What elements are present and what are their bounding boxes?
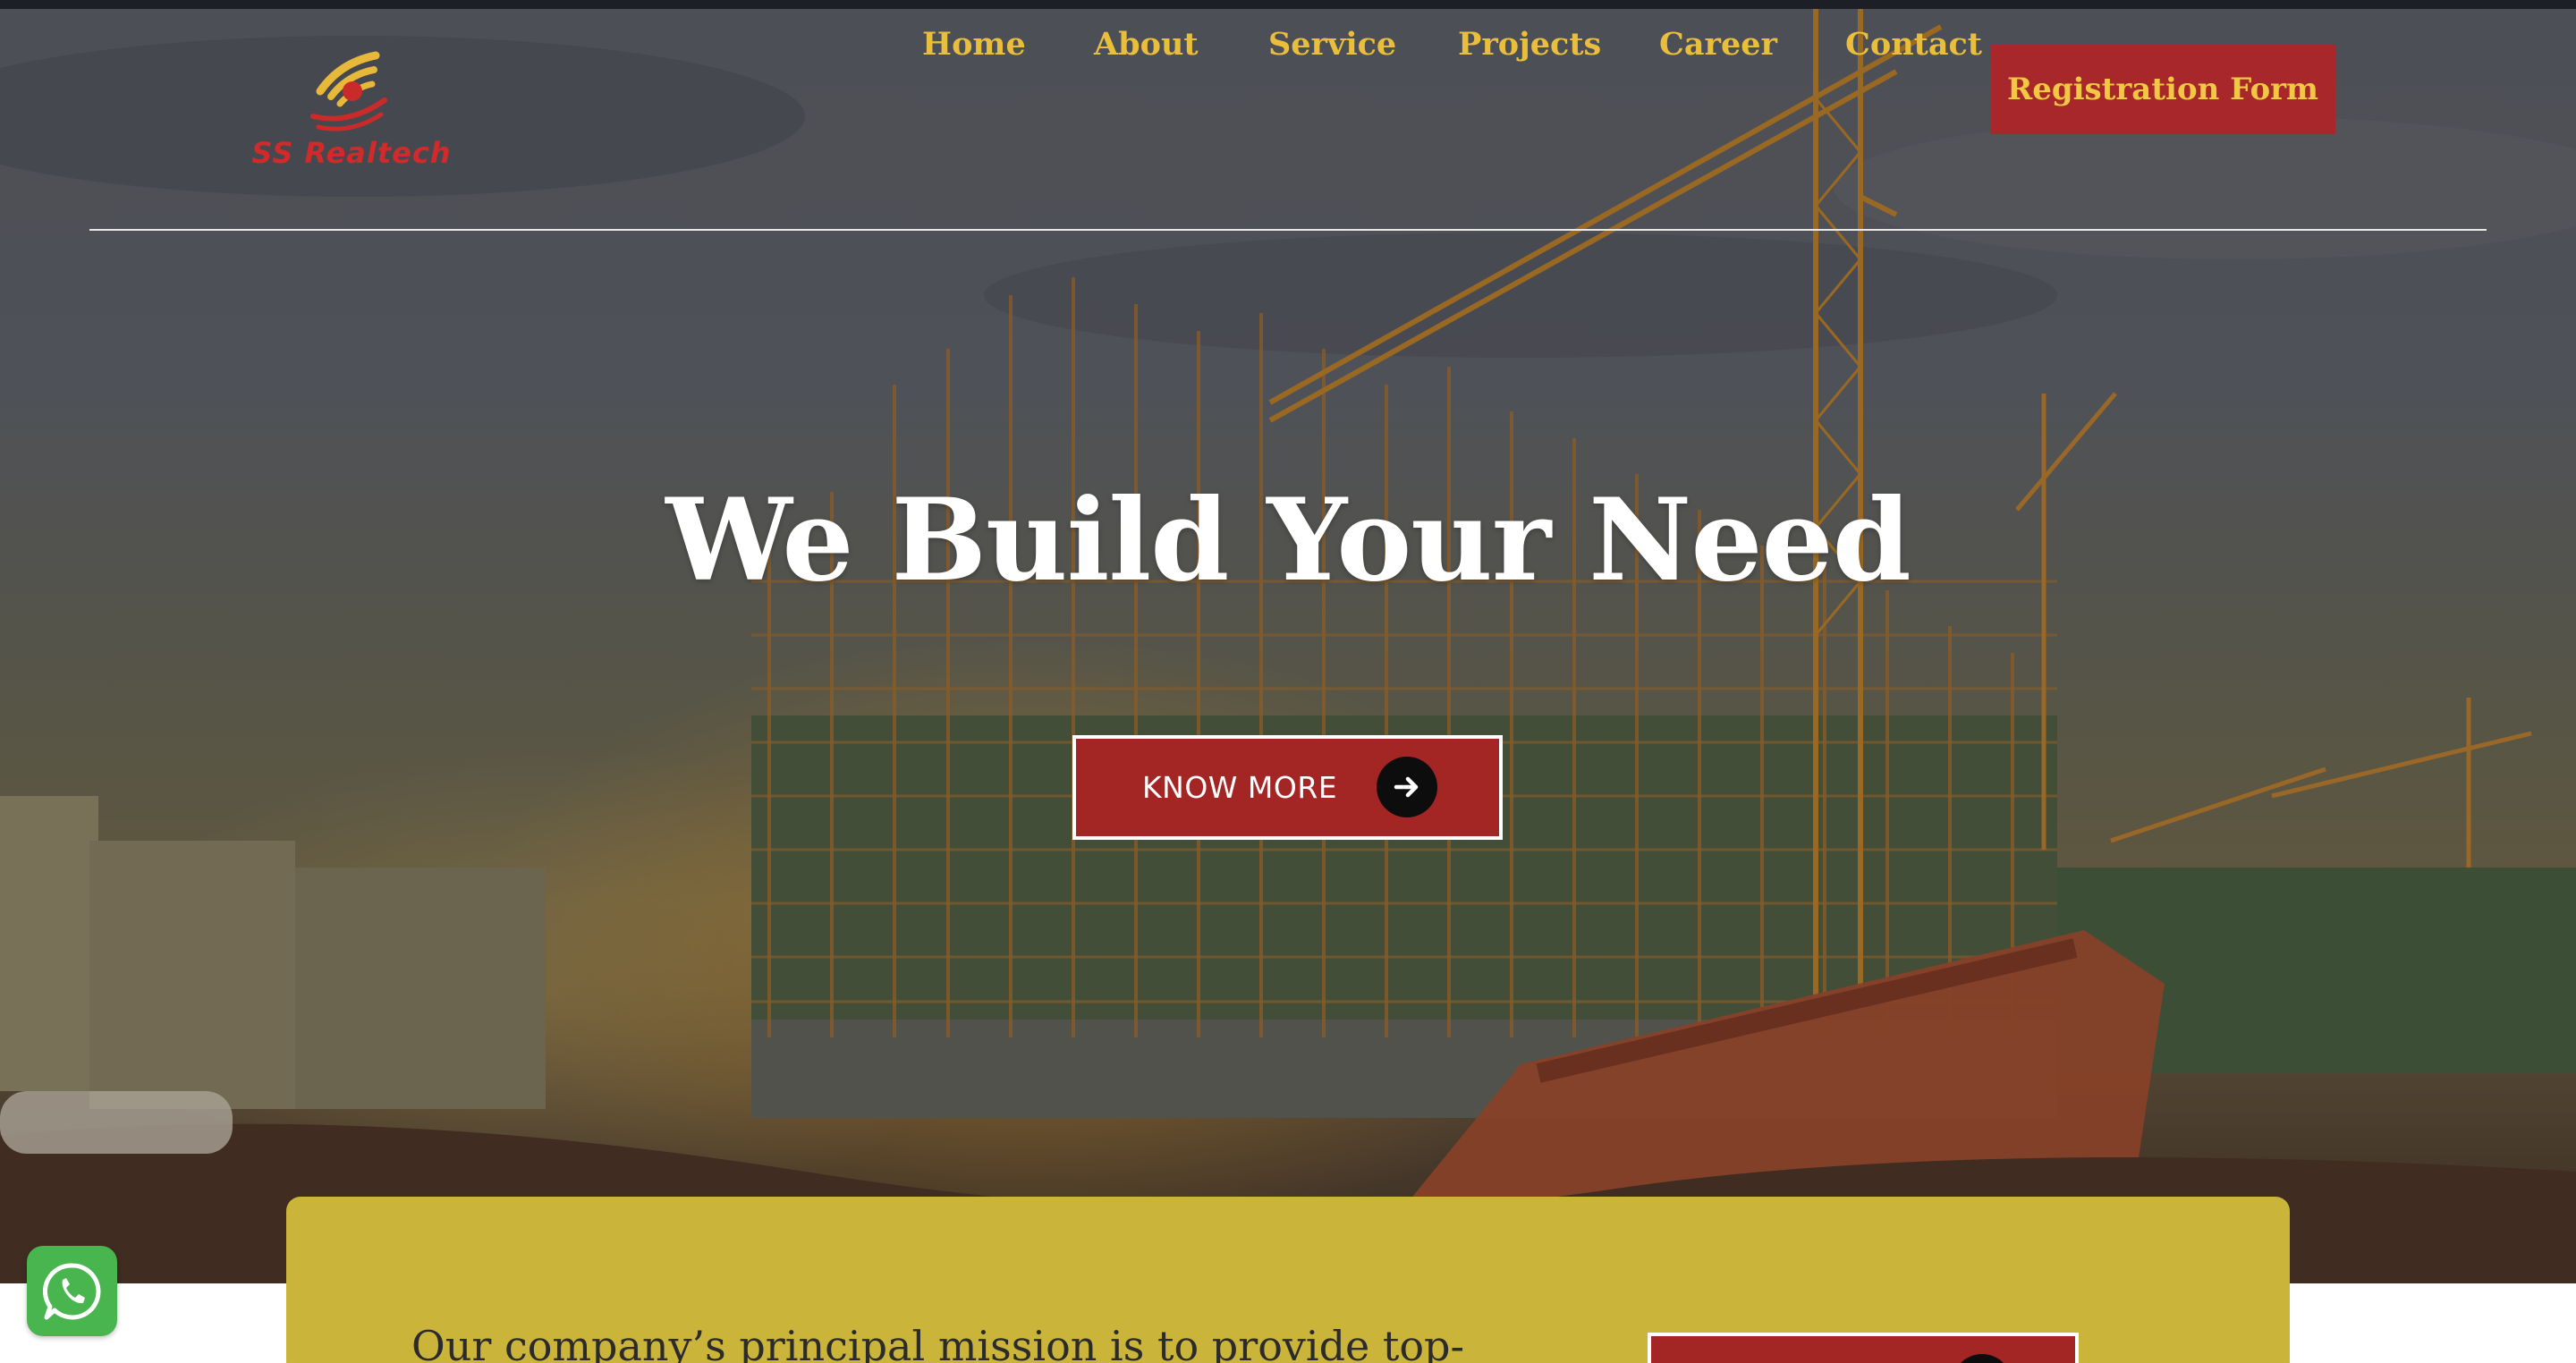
hero-section: [0, 9, 2576, 1283]
logo-text: SS Realtech: [251, 136, 452, 170]
arrow-right-icon: [1952, 1354, 2012, 1363]
mission-text: Our company’s principal mission is to pr…: [411, 1322, 1465, 1363]
nav-home[interactable]: Home: [922, 0, 1026, 89]
nav-service[interactable]: Service: [1268, 0, 1396, 89]
whatsapp-icon: [42, 1262, 100, 1319]
arrow-right-icon: [1377, 757, 1437, 817]
nav-about[interactable]: About: [1094, 0, 1199, 89]
whatsapp-button[interactable]: [27, 1246, 117, 1336]
mission-button[interactable]: [1648, 1333, 2079, 1363]
know-more-label: KNOW MORE: [1142, 770, 1338, 805]
mission-card: Our company’s principal mission is to pr…: [286, 1197, 2290, 1363]
hero-overlay: [0, 9, 2576, 1283]
nav-projects[interactable]: Projects: [1458, 0, 1601, 89]
logo-mark-icon: [310, 51, 387, 131]
nav-career[interactable]: Career: [1659, 0, 1777, 89]
know-more-button[interactable]: KNOW MORE: [1072, 735, 1503, 840]
header-divider: [89, 229, 2487, 231]
hero-title: We Build Your Need: [665, 474, 1911, 606]
logo[interactable]: SS Realtech: [242, 45, 456, 179]
nav-contact[interactable]: Contact: [1845, 0, 1982, 89]
registration-form-button[interactable]: Registration Form: [1990, 45, 2335, 134]
